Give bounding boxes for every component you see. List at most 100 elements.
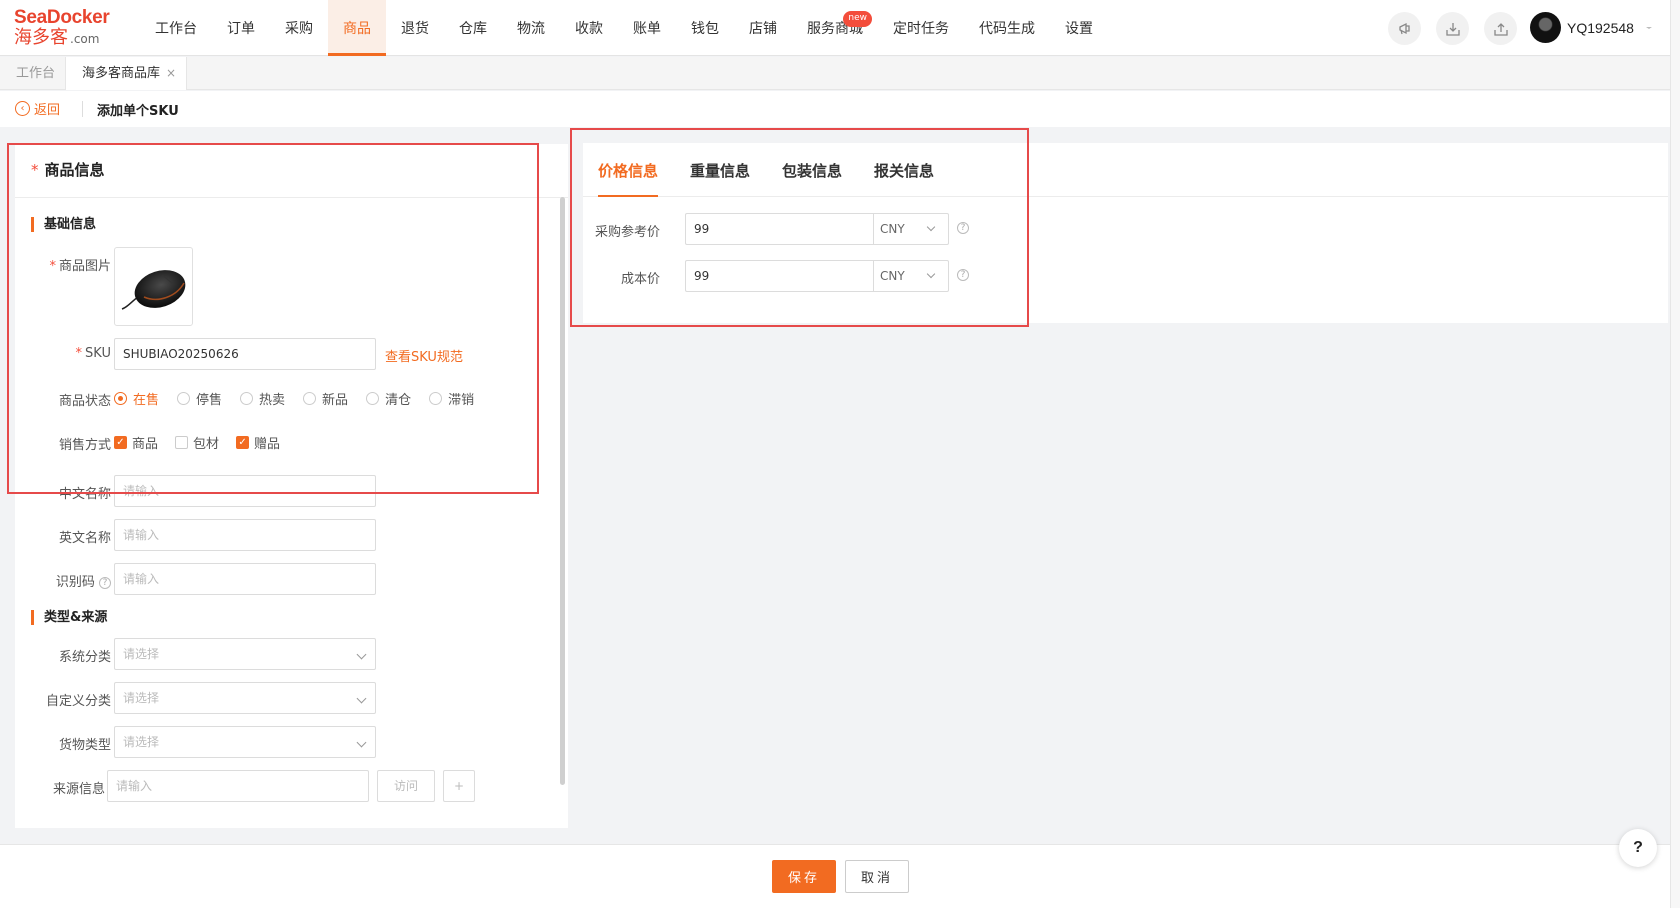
megaphone-icon[interactable] (1388, 12, 1421, 45)
sku-label: * SKU (75, 346, 111, 361)
nav-item-wallet[interactable]: 钱包 (676, 0, 734, 56)
cn-name-input[interactable]: 请输入 (114, 475, 376, 507)
nav-item-logistics[interactable]: 物流 (502, 0, 560, 56)
tab-customs-info[interactable]: 报关信息 (874, 143, 934, 197)
logo-wordmark: SeaDocker (14, 7, 110, 28)
nav-item-scheduled-tasks[interactable]: 定时任务 (878, 0, 964, 56)
top-actions (1388, 12, 1517, 45)
status-radio-slow-moving[interactable]: 滞销 (429, 389, 474, 408)
visit-button[interactable]: 访问 (377, 770, 435, 802)
status-radio-new[interactable]: 新品 (303, 389, 348, 408)
purchase-ref-price-input[interactable]: 99 (685, 213, 873, 245)
left-card-scrollbar[interactable] (560, 197, 565, 785)
form-footer: 保存 取消 (0, 844, 1680, 908)
back-arrow-icon: ‹ (15, 101, 30, 116)
goods-type-row: 货物类型 请选择 (15, 726, 555, 758)
nav-item-settings[interactable]: 设置 (1050, 0, 1108, 56)
source-info-row: 来源信息 请输入 访问 + (15, 770, 555, 802)
nav-item-workbench[interactable]: 工作台 (140, 0, 212, 56)
download-icon[interactable] (1436, 12, 1469, 45)
cancel-button[interactable]: 取消 (845, 860, 909, 893)
upload-icon[interactable] (1484, 12, 1517, 45)
system-category-row: 系统分类 请选择 (15, 638, 555, 670)
chevron-down-icon (926, 269, 936, 279)
nav-item-purchase[interactable]: 采购 (270, 0, 328, 56)
product-image-thumbnail[interactable] (114, 247, 193, 326)
user-menu[interactable]: YQ192548 (1530, 12, 1654, 43)
help-icon[interactable]: ? (957, 269, 969, 281)
radio-dot (240, 392, 254, 405)
nav-item-stores[interactable]: 店铺 (734, 0, 792, 56)
goods-type-select[interactable]: 请选择 (114, 726, 376, 758)
main-nav: 工作台 订单 采购 商品 退货 仓库 物流 收款 账单 钱包 店铺 服务商城 n… (140, 0, 1108, 56)
radio-dot (366, 392, 380, 405)
radio-dot (429, 392, 443, 405)
chevron-down-icon (926, 222, 936, 232)
new-badge: new (843, 11, 872, 27)
sku-row: * SKU SHUBIAO20250626 查看SKU规范 (15, 338, 555, 370)
system-category-select[interactable]: 请选择 (114, 638, 376, 670)
nav-item-payments[interactable]: 收款 (560, 0, 618, 56)
chevron-down-icon (1645, 26, 1652, 29)
tab-price-info[interactable]: 价格信息 (598, 143, 659, 197)
page-title: 添加单个SKU (97, 104, 179, 119)
custom-category-label: 自定义分类 (45, 694, 111, 709)
status-radio-on-sale[interactable]: 在售 (114, 389, 159, 408)
en-name-row: 英文名称 请输入 (15, 519, 555, 551)
tab-workbench[interactable]: 工作台 (0, 57, 67, 90)
cost-price-input[interactable]: 99 (685, 260, 873, 292)
purchase-currency-select[interactable]: CNY (873, 213, 949, 245)
purchase-ref-price-row: 采购参考价 99 CNY ? (583, 213, 983, 245)
info-tabs: 价格信息 重量信息 包装信息 报关信息 (583, 143, 1668, 197)
source-info-input[interactable]: 请输入 (107, 770, 369, 802)
status-radio-hot[interactable]: 热卖 (240, 389, 285, 408)
custom-category-select[interactable]: 请选择 (114, 682, 376, 714)
radio-dot (177, 392, 191, 405)
help-button[interactable]: ? (1619, 829, 1657, 867)
nav-item-returns[interactable]: 退货 (386, 0, 444, 56)
identifier-input[interactable]: 请输入 (114, 563, 376, 595)
identifier-row: 识别码 ? 请输入 (15, 563, 555, 595)
sku-input[interactable]: SHUBIAO20250626 (114, 338, 376, 370)
username: YQ192548 (1567, 19, 1634, 36)
en-name-label: 英文名称 (58, 531, 111, 546)
add-source-button[interactable]: + (443, 770, 475, 802)
nav-item-code-gen[interactable]: 代码生成 (964, 0, 1050, 56)
sale-checkbox-goods[interactable]: ✓ 商品 (114, 433, 158, 452)
sale-mode-checkbox-group: ✓ 商品 包材 ✓ 赠品 (114, 433, 297, 452)
help-icon[interactable]: ? (957, 222, 969, 234)
tab-product-library[interactable]: 海多客商品库 × (66, 57, 188, 90)
card-title: 商品信息 (44, 161, 105, 179)
tab-packaging-info[interactable]: 包装信息 (782, 143, 842, 197)
help-icon[interactable]: ? (99, 576, 111, 589)
window-scrollbar[interactable] (1670, 0, 1680, 908)
close-icon[interactable]: × (166, 66, 176, 80)
seadocker-logo[interactable]: SeaDocker 海多客 .com (14, 8, 124, 50)
sale-checkbox-packaging[interactable]: 包材 (175, 433, 219, 452)
type-source-section-title: 类型&来源 (31, 610, 107, 625)
cost-currency-select[interactable]: CNY (873, 260, 949, 292)
nav-item-products[interactable]: 商品 (328, 0, 386, 56)
nav-item-bills[interactable]: 账单 (618, 0, 676, 56)
save-button[interactable]: 保存 (772, 860, 836, 893)
tab-weight-info[interactable]: 重量信息 (690, 143, 750, 197)
breadcrumb: ‹ 返回 添加单个SKU (0, 91, 1680, 127)
sku-spec-link[interactable]: 查看SKU规范 (385, 346, 463, 365)
product-image-row: * 商品图片 (15, 247, 555, 327)
top-navigation-bar: SeaDocker 海多客 .com 工作台 订单 采购 商品 退货 仓库 物流 … (0, 0, 1680, 56)
nav-item-warehouse[interactable]: 仓库 (444, 0, 502, 56)
sale-mode-label: 销售方式 (58, 438, 111, 453)
product-info-header: * 商品信息 (15, 144, 568, 198)
status-radio-discontinued[interactable]: 停售 (177, 389, 222, 408)
nav-item-orders[interactable]: 订单 (212, 0, 270, 56)
checkmark-icon: ✓ (236, 436, 250, 449)
en-name-input[interactable]: 请输入 (114, 519, 376, 551)
page-tabs: 工作台 海多客商品库 × (0, 57, 1680, 90)
required-mark: * (31, 161, 39, 179)
sale-checkbox-gift[interactable]: ✓ 赠品 (236, 433, 280, 452)
back-button[interactable]: ‹ 返回 (15, 99, 60, 118)
radio-dot (303, 392, 317, 405)
status-radio-clearance[interactable]: 清仓 (366, 389, 411, 408)
logo-chinese: 海多客 .com (14, 27, 100, 48)
nav-item-service-mall[interactable]: 服务商城 new (792, 0, 878, 56)
